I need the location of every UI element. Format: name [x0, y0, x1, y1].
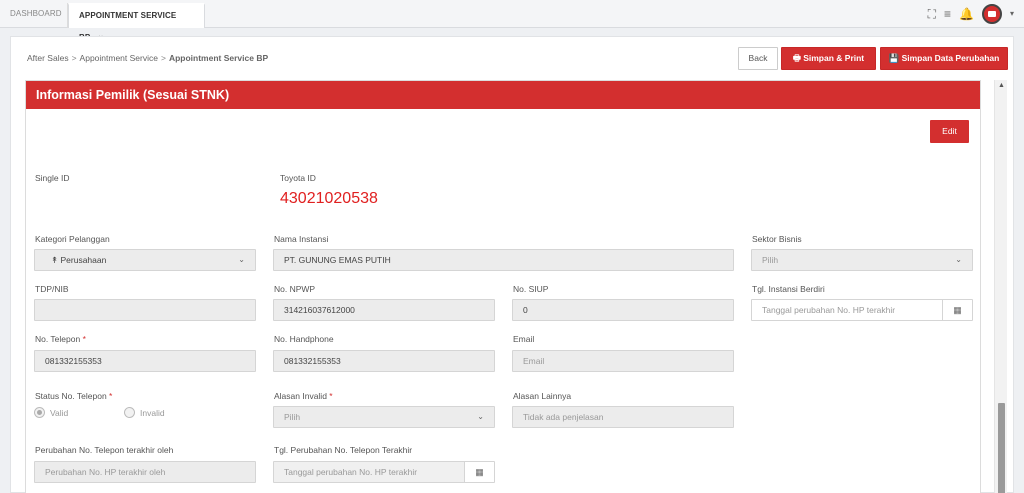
save-changes-label: Simpan Data Perubahan	[901, 53, 1000, 63]
handphone-label: No. Handphone	[274, 334, 334, 344]
sektor-label: Sektor Bisnis	[752, 234, 802, 244]
page-content: After Sales > Appointment Service > Appointm…	[10, 36, 1014, 493]
save-icon: 💾	[888, 53, 902, 63]
perubahan-oleh-label: Perubahan No. Telepon terakhir oleh	[35, 445, 174, 455]
panel-title: Informasi Pemilik (Sesuai STNK)	[26, 81, 980, 109]
save-changes-button[interactable]: 💾 Simpan Data Perubahan	[880, 47, 1008, 70]
bell-icon[interactable]: 🔔	[959, 4, 974, 24]
breadcrumb-current: Appointment Service BP	[168, 53, 269, 63]
save-print-button[interactable]: 🖶 Simpan & Print	[781, 47, 876, 70]
scroll-up-icon[interactable]: ▲	[998, 82, 1005, 89]
email-label: Email	[513, 334, 535, 344]
radio-valid-label: Valid	[50, 407, 69, 418]
toyota-id-value: 43021020538	[280, 190, 378, 207]
save-print-label: Simpan & Print	[803, 53, 865, 63]
required-marker: *	[329, 391, 333, 401]
kategori-value: Perusahaan	[60, 255, 107, 265]
breadcrumb: After Sales > Appointment Service > Appointm…	[27, 53, 268, 63]
breadcrumb-appointment-service[interactable]: Appointment Service	[80, 53, 158, 63]
siup-field[interactable]: 0	[512, 299, 734, 321]
back-button[interactable]: Back	[738, 47, 778, 70]
scrollbar[interactable]: ▲	[994, 80, 1007, 493]
alasan-lainnya-field[interactable]: Tidak ada penjelasan	[512, 406, 734, 428]
alasan-invalid-placeholder: Pilih	[284, 412, 301, 422]
required-marker: *	[109, 391, 113, 401]
tab-dashboard[interactable]: DASHBOARD	[0, 3, 68, 28]
printer-icon: 🖶	[792, 53, 804, 63]
top-bar: DASHBOARD APPOINTMENT SERVICE BP× ⛶ ≡ 🔔 …	[0, 0, 1024, 42]
calendar-icon[interactable]: ▦	[464, 462, 494, 482]
chevron-down-icon[interactable]: ▾	[1010, 4, 1014, 24]
nama-instansi-field[interactable]: PT. GUNUNG EMAS PUTIH	[273, 249, 734, 271]
tgl-berdiri-placeholder: Tanggal perubahan No. HP terakhir	[762, 305, 896, 315]
radio-invalid[interactable]: Invalid	[124, 407, 165, 418]
radio-checked-icon	[34, 407, 45, 418]
radio-valid[interactable]: Valid	[34, 407, 68, 418]
single-id-label: Single ID	[35, 173, 70, 183]
siup-label: No. SIUP	[513, 284, 549, 294]
tdp-label: TDP/NIB	[35, 284, 69, 294]
email-field[interactable]: Email	[512, 350, 734, 372]
npwp-label: No. NPWP	[274, 284, 316, 294]
scrollbar-thumb[interactable]	[998, 403, 1005, 493]
tdp-field[interactable]	[34, 299, 256, 321]
npwp-field[interactable]: 314216037612000	[273, 299, 495, 321]
tgl-berdiri-label: Tgl. Instansi Berdiri	[752, 284, 825, 294]
status-telepon-label-text: Status No. Telepon	[35, 391, 107, 401]
breadcrumb-separator: >	[71, 53, 77, 63]
required-marker: *	[82, 334, 86, 344]
calendar-icon[interactable]: ▦	[942, 300, 972, 320]
chevron-down-icon: ⌄	[238, 255, 245, 264]
alasan-invalid-select[interactable]: Pilih ⌄	[273, 406, 495, 428]
sektor-placeholder: Pilih	[762, 255, 779, 265]
chevron-down-icon: ⌄	[955, 255, 962, 264]
chevron-down-icon: ⌄	[477, 412, 484, 421]
kategori-label: Kategori Pelanggan	[35, 234, 110, 244]
alasan-invalid-label: Alasan Invalid *	[274, 391, 333, 401]
tgl-perubahan-placeholder: Tanggal perubahan No. HP terakhir	[284, 467, 418, 477]
radio-unchecked-icon	[124, 407, 135, 418]
menu-icon[interactable]: ≡	[944, 4, 951, 24]
owner-info-panel: Informasi Pemilik (Sesuai STNK) Edit Sin…	[25, 80, 981, 493]
edit-button[interactable]: Edit	[930, 120, 969, 143]
nama-instansi-label: Nama Instansi	[274, 234, 329, 244]
kategori-select[interactable]: ↟ Perusahaan ⌄	[34, 249, 256, 271]
alasan-invalid-label-text: Alasan Invalid	[274, 391, 327, 401]
toyota-id-label: Toyota ID	[280, 173, 316, 183]
breadcrumb-after-sales[interactable]: After Sales	[27, 53, 69, 63]
status-telepon-label: Status No. Telepon *	[35, 391, 112, 401]
telepon-label: No. Telepon *	[35, 334, 86, 344]
telepon-label-text: No. Telepon	[35, 334, 81, 344]
tab-appointment-service-bp[interactable]: APPOINTMENT SERVICE BP×	[68, 3, 205, 42]
breadcrumb-separator: >	[160, 53, 166, 63]
tab-dashboard-label: DASHBOARD	[10, 9, 62, 18]
perubahan-oleh-field[interactable]: Perubahan No. HP terakhir oleh	[34, 461, 256, 483]
sektor-select[interactable]: Pilih ⌄	[751, 249, 973, 271]
tgl-perubahan-field[interactable]: Tanggal perubahan No. HP terakhir ▦	[273, 461, 495, 483]
telepon-field[interactable]: 081332155353	[34, 350, 256, 372]
user-avatar-icon[interactable]	[981, 4, 1002, 24]
radio-invalid-label: Invalid	[140, 407, 165, 418]
fullscreen-icon[interactable]: ⛶	[928, 4, 936, 24]
tgl-perubahan-label: Tgl. Perubahan No. Telepon Terakhir	[274, 445, 413, 455]
alasan-lainnya-label: Alasan Lainnya	[513, 391, 572, 401]
handphone-field[interactable]: 081332155353	[273, 350, 495, 372]
tgl-berdiri-field[interactable]: Tanggal perubahan No. HP terakhir ▦	[751, 299, 973, 321]
